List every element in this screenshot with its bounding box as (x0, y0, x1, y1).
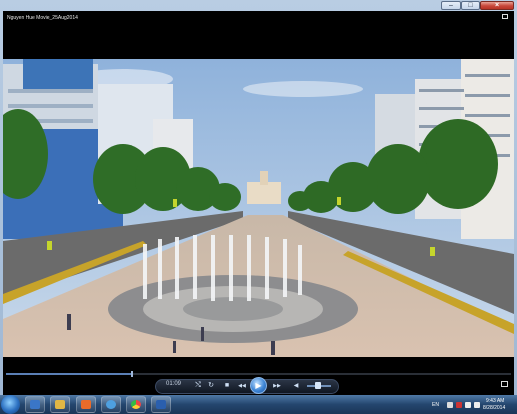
taskbar-app[interactable] (101, 396, 121, 413)
chrome-icon (131, 400, 141, 409)
media-player-icon (106, 400, 116, 409)
title-bar[interactable]: – □ × (0, 0, 517, 11)
fullscreen-icon[interactable] (501, 381, 508, 387)
playback-controls: 01:09 ⤭ ↻ ■ ◀◀ ▶ ▶▶ ◀ (3, 368, 514, 395)
taskbar-app[interactable] (25, 396, 45, 413)
seek-handle[interactable] (131, 371, 134, 377)
previous-button[interactable]: ◀◀ (236, 381, 248, 391)
close-icon: × (494, 2, 500, 9)
flag-icon[interactable] (447, 402, 453, 408)
video-title: Nguyen Hue Movie_25Aug2014 (7, 15, 78, 21)
start-button[interactable] (1, 395, 20, 414)
file-manager-icon (55, 400, 65, 409)
media-app-icon (81, 400, 91, 409)
repeat-button[interactable]: ↻ (205, 381, 217, 391)
media-player-window: – □ × Nguyen Hue Movie_25Aug2014 01:09 ⤭… (0, 0, 517, 395)
taskbar-app[interactable] (126, 396, 146, 413)
repeat-icon: ↻ (208, 382, 214, 389)
play-icon: ▶ (255, 381, 262, 390)
taskbar-app[interactable] (50, 396, 70, 413)
shuffle-button[interactable]: ⤭ (192, 381, 204, 391)
close-button[interactable]: × (480, 1, 514, 10)
stop-icon: ■ (224, 382, 230, 389)
security-icon[interactable] (456, 402, 462, 408)
word-icon (156, 400, 166, 409)
taskbar: EN 9:43 AM 8/28/2014 (0, 395, 517, 414)
speaker-icon[interactable] (474, 402, 480, 408)
language-indicator[interactable]: EN (432, 402, 439, 408)
seek-bar[interactable] (6, 371, 511, 377)
seek-progress (6, 373, 133, 375)
minimize-icon: – (449, 2, 453, 9)
volume-handle[interactable] (314, 382, 321, 389)
video-frame-street-scene (3, 59, 514, 357)
video-area[interactable]: Nguyen Hue Movie_25Aug2014 01:09 ⤭ ↻ ■ ◀… (3, 11, 514, 395)
maximize-button[interactable]: □ (461, 1, 480, 10)
clock-date[interactable]: 8/28/2014 (483, 405, 505, 411)
mute-button[interactable]: ◀ (290, 381, 302, 391)
taskbar-app[interactable] (76, 396, 96, 413)
minimize-button[interactable]: – (441, 1, 461, 10)
play-button[interactable]: ▶ (250, 377, 267, 394)
shuffle-icon: ⤭ (195, 382, 201, 389)
mute-icon: ◀ (293, 383, 299, 389)
next-button[interactable]: ▶▶ (271, 381, 283, 391)
street-render (3, 59, 514, 357)
taskbar-app[interactable] (151, 396, 171, 413)
clock-time[interactable]: 9:43 AM (486, 398, 504, 404)
elapsed-time: 01:09 (166, 381, 182, 387)
next-icon: ▶▶ (273, 383, 281, 389)
stop-button[interactable]: ■ (221, 381, 233, 391)
network-icon[interactable] (465, 402, 471, 408)
switch-view-icon[interactable] (502, 14, 508, 19)
maximize-icon: □ (468, 2, 473, 9)
windows-explorer-icon (30, 400, 40, 409)
previous-icon: ◀◀ (238, 383, 246, 389)
